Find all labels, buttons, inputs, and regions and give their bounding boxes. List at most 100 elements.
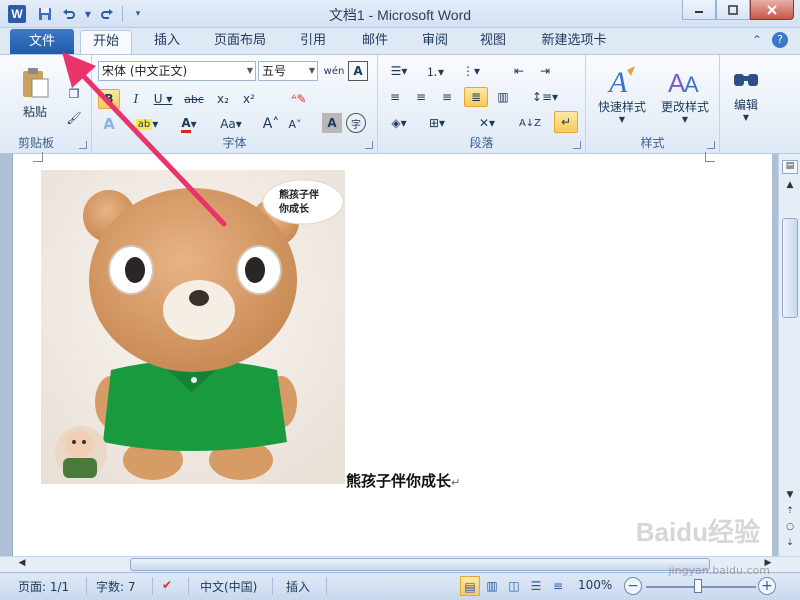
- format-painter-icon[interactable]: 🖌: [64, 109, 84, 127]
- line-spacing-icon[interactable]: ↕≡▾: [530, 87, 560, 107]
- styles-launcher-icon[interactable]: [707, 141, 715, 149]
- zoom-out-icon[interactable]: −: [624, 577, 642, 595]
- chevron-down-icon: ▼: [246, 66, 253, 75]
- character-border-icon[interactable]: A: [348, 61, 368, 81]
- minimize-ribbon-icon[interactable]: ⌃: [752, 33, 762, 47]
- language-indicator[interactable]: 中文(中国): [200, 578, 257, 595]
- character-shading-icon[interactable]: A: [322, 113, 342, 133]
- text-effects-icon[interactable]: A: [98, 113, 120, 135]
- font-color-icon[interactable]: A ▾: [174, 113, 204, 135]
- caption-text: 熊孩子伴你成长: [346, 472, 452, 490]
- multilevel-list-icon[interactable]: ⋮▾: [456, 61, 486, 81]
- window-controls: [682, 0, 794, 20]
- tab-new-tab[interactable]: 新建选项卡: [528, 30, 620, 54]
- cut-icon[interactable]: ✂: [64, 61, 84, 79]
- tab-references[interactable]: 引用: [288, 30, 338, 54]
- zoom-slider-thumb[interactable]: [694, 579, 702, 593]
- scroll-down-icon[interactable]: ▼: [782, 490, 798, 504]
- shrink-font-icon[interactable]: A˅: [284, 113, 306, 135]
- font-name-select[interactable]: 宋体 (中文正文) ▼: [98, 61, 256, 81]
- strikethrough-button[interactable]: abc: [180, 89, 208, 109]
- group-editing: 编辑 ▼: [720, 55, 772, 153]
- previous-page-icon[interactable]: ⇡: [782, 506, 798, 520]
- shading-icon[interactable]: ◈▾: [384, 113, 414, 133]
- align-left-icon[interactable]: ≡: [384, 87, 406, 107]
- justify-icon[interactable]: ≣: [464, 87, 488, 107]
- bold-button[interactable]: B: [98, 89, 120, 109]
- copy-icon[interactable]: ❐: [64, 85, 84, 103]
- quick-styles-button[interactable]: A 快速样式 ▼: [592, 59, 652, 129]
- word-count[interactable]: 字数: 7: [96, 578, 136, 595]
- tab-review[interactable]: 审阅: [410, 30, 460, 54]
- outline-icon[interactable]: ☰: [526, 576, 546, 596]
- browse-object-icon[interactable]: ○: [782, 522, 798, 536]
- vertical-scroll-thumb[interactable]: [782, 218, 798, 318]
- ribbon: 粘贴 ✂ ❐ 🖌 剪贴板 宋体 (中文正文) ▼ 五号 ▼ wén A B I U …: [0, 54, 800, 154]
- minimize-icon[interactable]: [682, 0, 716, 20]
- font-size-select[interactable]: 五号 ▼: [258, 61, 318, 81]
- sort-icon[interactable]: A↓Z: [518, 113, 542, 133]
- increase-indent-icon[interactable]: ⇥: [534, 61, 556, 81]
- horizontal-scroll-thumb[interactable]: [130, 558, 710, 571]
- paste-button[interactable]: 粘贴: [14, 59, 56, 127]
- restore-icon[interactable]: [716, 0, 750, 20]
- underline-button[interactable]: U ▾: [150, 89, 176, 109]
- borders-icon[interactable]: ⊞▾: [422, 113, 452, 133]
- tab-page-layout[interactable]: 页面布局: [204, 30, 276, 54]
- tab-mailings[interactable]: 邮件: [350, 30, 400, 54]
- quick-styles-label: 快速样式: [597, 100, 646, 114]
- zoom-in-icon[interactable]: +: [758, 577, 776, 595]
- change-case-icon[interactable]: Aa▾: [214, 113, 248, 135]
- full-screen-reading-icon[interactable]: ▥: [482, 576, 502, 596]
- chinese-layout-icon[interactable]: ✕▾: [472, 113, 502, 133]
- clear-formatting-icon[interactable]: ᴬ✎: [288, 89, 310, 109]
- help-icon[interactable]: ?: [772, 32, 788, 48]
- bullets-icon[interactable]: ☰▾: [384, 61, 414, 81]
- window-title: 文档1 - Microsoft Word: [328, 7, 472, 23]
- enclose-characters-icon[interactable]: 字: [346, 113, 366, 133]
- change-styles-button[interactable]: AA 更改样式 ▼: [654, 59, 716, 129]
- phonetic-guide-icon[interactable]: wén: [324, 61, 345, 81]
- view-ruler-icon[interactable]: ▤: [782, 160, 798, 174]
- superscript-button[interactable]: x²: [238, 89, 260, 109]
- scroll-up-icon[interactable]: ▲: [782, 180, 798, 194]
- zoom-level[interactable]: 100%: [578, 578, 612, 592]
- chevron-down-icon: ▼: [618, 115, 626, 124]
- scroll-left-icon[interactable]: ◀: [14, 558, 30, 572]
- group-clipboard: 粘贴 ✂ ❐ 🖌 剪贴板: [0, 55, 92, 153]
- vertical-scrollbar[interactable]: ▤ ▲ ▼ ⇡ ○ ⇣: [778, 154, 800, 556]
- draft-icon[interactable]: ≡: [548, 576, 568, 596]
- paste-label: 粘贴: [22, 104, 47, 119]
- web-layout-icon[interactable]: ◫: [504, 576, 524, 596]
- decrease-indent-icon[interactable]: ⇤: [508, 61, 530, 81]
- tab-insert[interactable]: 插入: [142, 30, 192, 54]
- font-launcher-icon[interactable]: [365, 141, 373, 149]
- grow-font-icon[interactable]: A˄: [260, 113, 282, 135]
- proofing-icon[interactable]: ✔: [162, 578, 172, 592]
- editing-button[interactable]: 编辑 ▼: [724, 59, 768, 129]
- distributed-icon[interactable]: ▥: [492, 87, 514, 107]
- svg-text:A: A: [607, 66, 628, 98]
- clipboard-launcher-icon[interactable]: [79, 141, 87, 149]
- next-page-icon[interactable]: ⇣: [782, 538, 798, 552]
- align-right-icon[interactable]: ≡: [436, 87, 458, 107]
- show-marks-icon[interactable]: ↵: [554, 111, 578, 133]
- margin-mark: [705, 152, 715, 162]
- print-layout-icon[interactable]: ▤: [460, 576, 480, 596]
- chevron-down-icon: ▼: [681, 115, 689, 124]
- paragraph-launcher-icon[interactable]: [573, 141, 581, 149]
- italic-button[interactable]: I: [126, 89, 146, 109]
- ribbon-tabs: 文件 开始 插入 页面布局 引用 邮件 审阅 视图 新建选项卡 ⌃ ?: [0, 28, 800, 54]
- numbering-icon[interactable]: ⒈▾: [420, 61, 450, 81]
- align-center-icon[interactable]: ≡: [410, 87, 432, 107]
- tab-home[interactable]: 开始: [80, 30, 132, 54]
- highlight-icon[interactable]: ab ▾: [132, 113, 162, 135]
- insert-mode-indicator[interactable]: 插入: [286, 578, 310, 595]
- page-count[interactable]: 页面: 1/1: [18, 578, 69, 595]
- inserted-picture[interactable]: 熊孩子伴 你成长: [41, 170, 345, 484]
- close-icon[interactable]: [750, 0, 794, 20]
- tab-file[interactable]: 文件: [10, 29, 74, 54]
- subscript-button[interactable]: x₂: [212, 89, 234, 109]
- status-separator: [188, 577, 189, 595]
- tab-view[interactable]: 视图: [468, 30, 518, 54]
